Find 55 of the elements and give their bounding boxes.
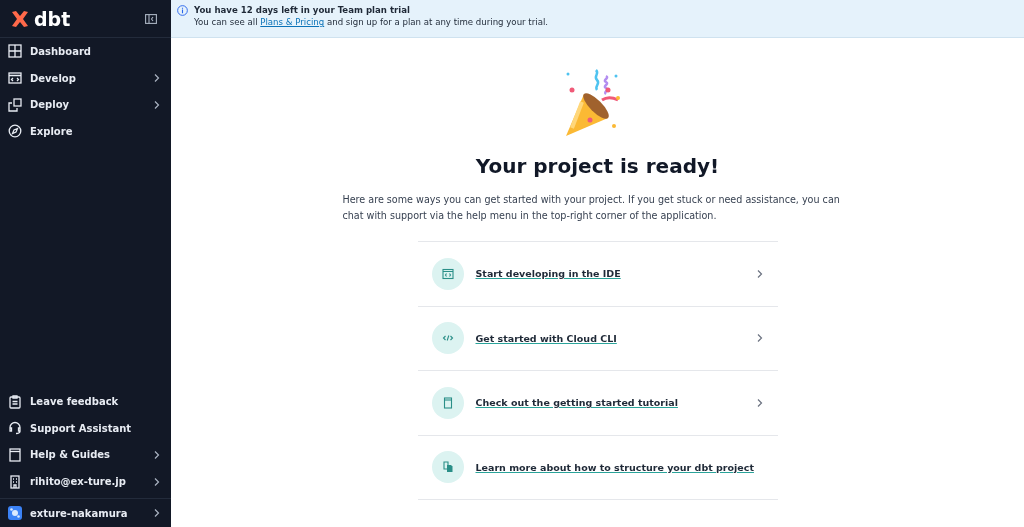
sidebar-item[interactable]: Support Assistant [0, 414, 171, 442]
page-title: Your project is ready! [475, 154, 720, 178]
sidebar-item-label: Explore [30, 125, 74, 137]
code-window-icon [441, 267, 454, 280]
sidebar-item[interactable]: Explore [0, 118, 171, 145]
chevron-right-icon [755, 397, 764, 408]
sidebar-item[interactable]: rihito@ex-ture.jp [0, 468, 171, 495]
sidebar-item-label: Leave feedback [30, 396, 120, 408]
info-icon [177, 5, 188, 16]
sidebar-item[interactable]: Help & Guides [0, 441, 171, 469]
intro-text: Here are some ways you can get started with your project. If you get stuck or need assistance, you can chat with support via the help menu in the top-right corner of the application. [342, 193, 841, 223]
sidebar-item[interactable]: Deploy [0, 91, 171, 119]
building-icon [8, 474, 22, 489]
action-link[interactable]: Check out the getting started tutorial [475, 397, 744, 409]
collapse-sidebar-icon[interactable] [145, 13, 157, 24]
documents-icon [441, 461, 454, 474]
sidebar-item[interactable]: Develop [0, 64, 171, 92]
account-name: exture-nakamura [30, 507, 129, 519]
clipboard-icon [8, 394, 22, 409]
account-avatar-icon [8, 506, 22, 520]
chevron-right-icon [153, 508, 161, 518]
chevron-right-icon [153, 476, 161, 487]
sidebar-item-label: Help & Guides [30, 449, 112, 461]
logo-icon [10, 8, 30, 29]
action-row[interactable]: Get started with Cloud CLI [417, 306, 778, 371]
sidebar-item[interactable]: Leave feedback [0, 388, 171, 415]
chevron-right-icon [153, 449, 161, 460]
sidebar-item-label: Dashboard [30, 45, 92, 57]
squares-icon [8, 97, 22, 112]
sidebar-item-label: rihito@ex-ture.jp [30, 476, 127, 488]
account-switcher[interactable]: exture-nakamura [0, 498, 171, 527]
action-row[interactable]: Start developing in the IDE [417, 242, 778, 307]
chevron-right-icon [153, 99, 161, 110]
action-row[interactable]: Check out the getting started tutorial [417, 371, 778, 436]
plans-pricing-link[interactable]: Plans & Pricing [260, 17, 325, 27]
book-icon [441, 396, 454, 409]
headset-icon [8, 421, 22, 436]
logo-text: dbt [34, 7, 71, 30]
banner-title: You have 12 days left in your Team plan trial [194, 5, 411, 15]
sidebar-item-label: Develop [30, 72, 77, 84]
chevron-right-icon [153, 73, 161, 84]
chevron-right-icon [755, 333, 764, 344]
sidebar-item-label: Support Assistant [30, 422, 133, 434]
sidebar-item[interactable]: Dashboard [0, 38, 171, 65]
action-link[interactable]: Learn more about how to structure your dbt project [475, 461, 754, 473]
book-icon [8, 447, 22, 462]
chevron-right-icon [755, 268, 764, 279]
action-row[interactable]: Learn more about how to structure your dbt project [417, 435, 778, 500]
code-window-icon [8, 71, 22, 86]
compass-icon [8, 124, 22, 139]
action-link[interactable]: Get started with Cloud CLI [475, 332, 744, 344]
grid-icon [8, 44, 22, 59]
sidebar-item-label: Deploy [30, 99, 71, 111]
banner-message: You can see all Plans & Pricing and sign up for a plan at any time during your trial. [194, 17, 549, 27]
action-link[interactable]: Start developing in the IDE [475, 268, 744, 280]
